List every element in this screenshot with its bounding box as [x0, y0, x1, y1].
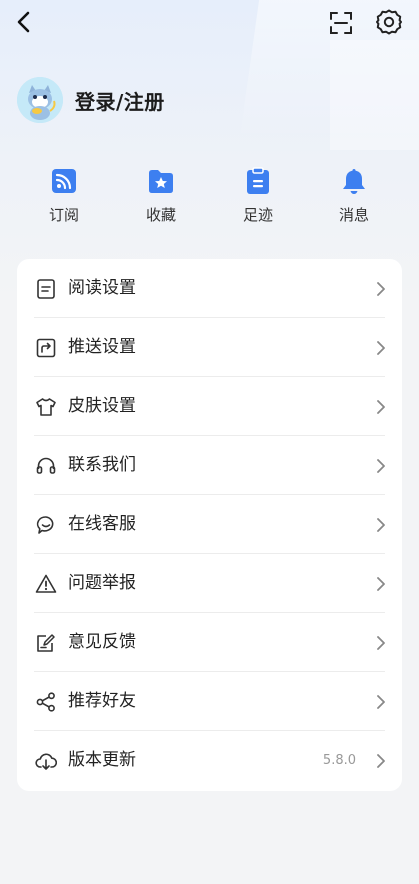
menu-label: 皮肤设置 — [68, 396, 136, 416]
gear-icon — [376, 9, 402, 35]
scan-button[interactable] — [326, 8, 356, 38]
menu-label: 在线客服 — [68, 514, 136, 534]
share-box-icon — [36, 338, 56, 358]
quick-subscribe[interactable]: 订阅 — [16, 166, 112, 225]
document-icon — [37, 279, 55, 299]
login-register-label[interactable]: 登录/注册 — [75, 86, 165, 115]
warning-icon — [35, 574, 57, 593]
menu-recommend-friends[interactable]: 推荐好友 — [17, 672, 402, 731]
menu-feedback[interactable]: 意见反馈 — [17, 613, 402, 672]
menu-reading-settings[interactable]: 阅读设置 — [17, 259, 402, 318]
chevron-right-icon — [377, 459, 385, 473]
chevron-right-icon — [377, 636, 385, 650]
quick-label: 订阅 — [48, 206, 79, 224]
menu-online-support[interactable]: 在线客服 — [17, 495, 402, 554]
quick-history[interactable]: 足迹 — [210, 166, 306, 225]
menu-label: 阅读设置 — [68, 278, 136, 298]
headset-icon — [36, 457, 56, 474]
chevron-right-icon — [377, 400, 385, 414]
background-decoration — [330, 40, 419, 150]
chevron-right-icon — [377, 282, 385, 296]
quick-favorites[interactable]: 收藏 — [113, 166, 209, 225]
quick-actions: 订阅 收藏 足迹 消息 — [16, 166, 402, 230]
share-nodes-icon — [36, 692, 55, 712]
menu-skin-settings[interactable]: 皮肤设置 — [17, 377, 402, 436]
top-bar — [0, 0, 419, 46]
quick-label: 收藏 — [145, 206, 176, 224]
menu-label: 联系我们 — [68, 455, 136, 475]
login-entry[interactable]: 登录/注册 — [17, 76, 165, 124]
menu-contact-us[interactable]: 联系我们 — [17, 436, 402, 495]
quick-messages[interactable]: 消息 — [306, 166, 402, 225]
back-button[interactable] — [10, 8, 38, 36]
menu-label: 版本更新 — [68, 750, 136, 770]
bell-icon — [343, 169, 365, 194]
chevron-left-icon — [17, 11, 30, 33]
quick-label: 消息 — [338, 206, 369, 224]
menu-label: 意见反馈 — [68, 632, 136, 652]
rss-icon — [52, 169, 76, 193]
star-folder-icon — [149, 170, 173, 193]
menu-label: 问题举报 — [68, 573, 136, 593]
clipboard-icon — [247, 167, 269, 194]
chevron-right-icon — [377, 754, 385, 768]
version-number: 5.8.0 — [322, 753, 356, 768]
chevron-right-icon — [377, 695, 385, 709]
cloud-download-icon — [35, 753, 57, 770]
menu-report-issue[interactable]: 问题举报 — [17, 554, 402, 613]
quick-label: 足迹 — [242, 206, 273, 224]
settings-button[interactable] — [374, 7, 404, 37]
chevron-right-icon — [377, 518, 385, 532]
menu-version-update[interactable]: 版本更新 5.8.0 — [17, 731, 402, 790]
settings-card: 阅读设置 推送设置 皮肤设置 联系我们 在线客服 问题举报 意见反馈 推荐好友 … — [17, 259, 402, 791]
scan-icon — [330, 12, 352, 34]
chevron-right-icon — [377, 341, 385, 355]
menu-push-settings[interactable]: 推送设置 — [17, 318, 402, 377]
menu-label: 推送设置 — [68, 337, 136, 357]
menu-label: 推荐好友 — [68, 691, 136, 711]
cartoon-avatar-icon — [17, 77, 63, 123]
avatar — [17, 77, 63, 123]
chat-bubble-icon — [36, 516, 54, 534]
shirt-icon — [36, 398, 56, 416]
chevron-right-icon — [377, 577, 385, 591]
edit-note-icon — [37, 634, 55, 652]
